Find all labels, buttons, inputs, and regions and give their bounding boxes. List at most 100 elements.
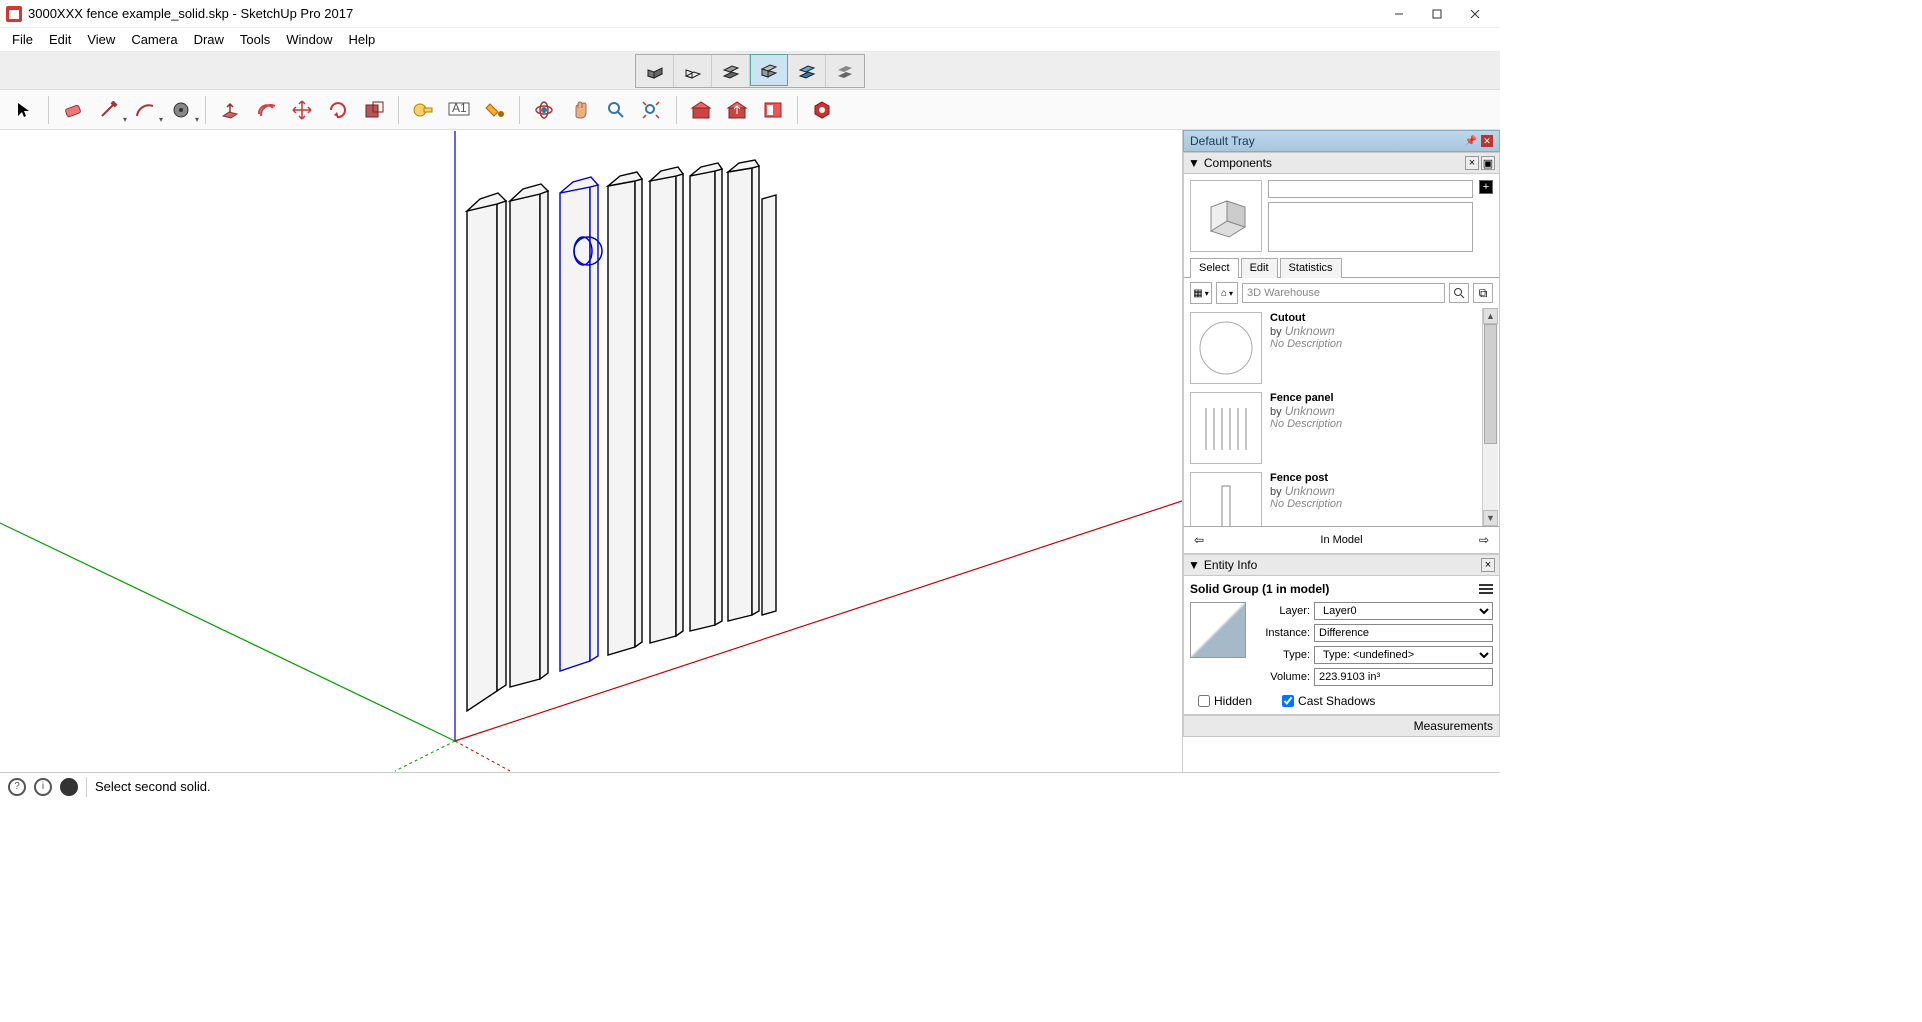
minimize-button[interactable] [1380,0,1418,28]
item-title: Fence post [1270,472,1493,484]
list-item[interactable]: Cutout by Unknown No Description [1184,308,1499,388]
style-monochrome-button[interactable] [788,55,826,87]
component-name-input[interactable] [1268,180,1473,198]
main-toolbar: A1 [0,90,1500,130]
style-xray-button[interactable] [826,55,864,87]
pin-icon[interactable]: 📌 [1465,136,1477,147]
menu-tools[interactable]: Tools [232,30,278,49]
scene-canvas[interactable] [0,130,1182,772]
layer-select[interactable]: Layer0 [1314,602,1493,620]
item-author: by Unknown [1270,324,1493,338]
menu-draw[interactable]: Draw [186,30,232,49]
hidden-checkbox[interactable]: Hidden [1198,694,1252,708]
status-text: Select second solid. [95,779,211,794]
nav-next-button[interactable]: ⇨ [1475,531,1493,549]
line-tool-button[interactable] [93,94,125,126]
paint-bucket-button[interactable] [479,94,511,126]
eraser-tool-button[interactable] [57,94,89,126]
move-tool-button[interactable] [286,94,318,126]
select-tool-button[interactable] [8,94,40,126]
layout-button[interactable] [757,94,789,126]
shape-tool-button[interactable] [165,94,197,126]
pan-tool-button[interactable] [564,94,596,126]
separator [519,96,520,124]
menu-file[interactable]: File [4,30,41,49]
app-icon [6,6,22,22]
panel-close-button[interactable]: × [1465,156,1479,170]
nav-prev-button[interactable]: ⇦ [1190,531,1208,549]
tab-statistics[interactable]: Statistics [1280,258,1342,278]
view-mode-button[interactable]: ▦ [1190,282,1212,304]
fence-panel-thumb [1190,392,1262,464]
list-item[interactable]: Fence post by Unknown No Description [1184,468,1499,526]
list-scrollbar[interactable]: ▲ ▼ [1482,308,1498,526]
menu-camera[interactable]: Camera [123,30,185,49]
add-component-button[interactable]: + [1479,180,1493,194]
person-icon[interactable] [60,778,78,796]
menu-edit[interactable]: Edit [41,30,79,49]
search-button[interactable] [1449,283,1469,303]
close-button[interactable] [1456,0,1494,28]
maximize-button[interactable] [1418,0,1456,28]
expand-button[interactable]: ⧉ [1473,283,1493,303]
instance-label: Instance: [1254,627,1310,639]
instance-input[interactable] [1314,624,1493,642]
info-icon[interactable]: i [34,778,52,796]
help-icon[interactable]: ? [8,778,26,796]
style-toolbar-row [0,52,1500,90]
entity-menu-button[interactable] [1479,582,1493,596]
components-tabs: Select Edit Statistics [1183,257,1500,278]
footer-label: In Model [1208,534,1475,546]
warehouse-button[interactable] [685,94,717,126]
orbit-tool-button[interactable] [528,94,560,126]
separator [797,96,798,124]
item-desc: No Description [1270,498,1493,510]
style-shaded-textures-button[interactable] [750,54,788,86]
menu-help[interactable]: Help [341,30,384,49]
components-panel-header[interactable]: ▼ Components × ▣ [1183,152,1500,174]
nav-home-button[interactable]: ⌂ [1216,282,1238,304]
arc-tool-button[interactable] [129,94,161,126]
style-wireframe-button[interactable] [636,55,674,87]
cast-shadows-checkbox[interactable]: Cast Shadows [1282,694,1375,708]
collapse-caret-icon: ▼ [1188,558,1200,572]
list-item[interactable]: Fence panel by Unknown No Description [1184,388,1499,468]
svg-text:A1: A1 [452,101,467,115]
component-desc-input[interactable] [1268,202,1473,252]
search-input[interactable] [1242,283,1445,303]
fence-post-thumb [1190,472,1262,526]
tray-header[interactable]: Default Tray 📌 ✕ [1183,130,1500,152]
separator [205,96,206,124]
scroll-thumb[interactable] [1484,324,1497,444]
entity-info-header[interactable]: ▼ Entity Info × [1183,554,1500,576]
zoom-tool-button[interactable] [600,94,632,126]
scale-tool-button[interactable] [358,94,390,126]
close-icon[interactable]: ✕ [1481,135,1493,147]
entity-info-heading: Entity Info [1204,558,1257,572]
pushpull-tool-button[interactable] [214,94,246,126]
style-hidden-button[interactable] [674,55,712,87]
cutout-thumb [1190,312,1262,384]
viewport[interactable] [0,130,1182,772]
zoom-extents-button[interactable] [636,94,668,126]
tab-select[interactable]: Select [1190,258,1239,278]
panel-close-button[interactable]: × [1481,558,1495,572]
menu-window[interactable]: Window [278,30,340,49]
scroll-up-icon[interactable]: ▲ [1483,308,1498,324]
style-shaded-button[interactable] [712,55,750,87]
status-bar: ? i Select second solid. [0,772,1500,800]
measurements-header[interactable]: Measurements [1183,715,1500,737]
panel-undock-button[interactable]: ▣ [1481,156,1495,170]
type-select[interactable]: Type: <undefined> [1314,646,1493,664]
tab-edit[interactable]: Edit [1241,258,1278,278]
rotate-tool-button[interactable] [322,94,354,126]
extension-button[interactable] [806,94,838,126]
offset-tool-button[interactable] [250,94,282,126]
menu-view[interactable]: View [79,30,123,49]
text-tool-button[interactable]: A1 [443,94,475,126]
scroll-down-icon[interactable]: ▼ [1483,510,1498,526]
default-tray: Default Tray 📌 ✕ ▼ Components × ▣ + Sele… [1182,130,1500,772]
tape-measure-button[interactable] [407,94,439,126]
material-swatch[interactable] [1190,602,1246,658]
warehouse-share-button[interactable] [721,94,753,126]
